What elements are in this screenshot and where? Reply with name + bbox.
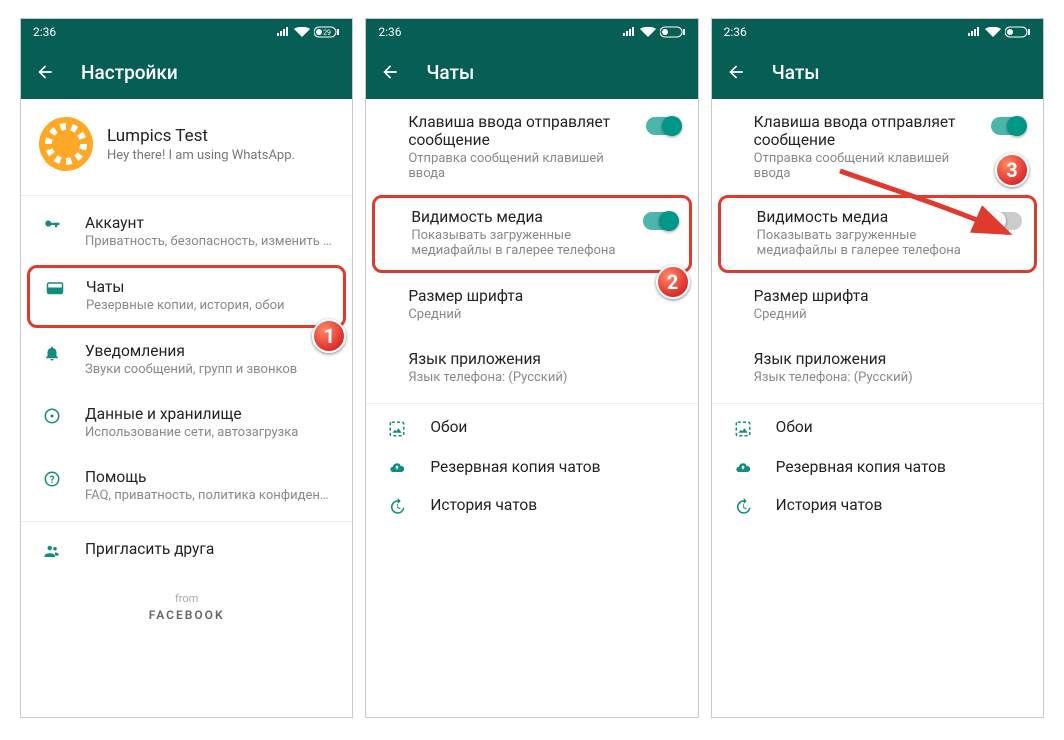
pref-chat-backup[interactable]: Резервная копия чатов: [366, 448, 697, 486]
settings-help[interactable]: ? ПомощьFAQ, приватность, политика конфи…: [21, 454, 352, 517]
cloud-up-icon: [732, 460, 754, 476]
svg-text:?: ?: [50, 475, 55, 486]
history-icon: [386, 498, 408, 516]
bell-icon: [41, 344, 63, 362]
pref-chat-history[interactable]: История чатов: [366, 486, 697, 526]
pref-font-size[interactable]: Размер шрифтаСредний: [366, 273, 697, 336]
settings-notifications[interactable]: УведомленияЗвуки сообщений, групп и звон…: [21, 328, 352, 391]
toggle-media-visibility-off[interactable]: [988, 212, 1022, 230]
pref-media-visibility-highlight[interactable]: Видимость медиаПоказывать загруженные ме…: [718, 195, 1037, 273]
toggle-enter-send[interactable]: [991, 117, 1025, 135]
battery-icon: 29: [314, 26, 340, 38]
data-icon: [41, 407, 63, 425]
pref-enter-send[interactable]: Клавиша ввода отправляет сообщениеОтправ…: [712, 99, 1043, 195]
wallpaper-icon: [386, 420, 408, 438]
key-icon: [41, 216, 63, 234]
status-bar: 2:36: [712, 19, 1043, 45]
pref-font-size[interactable]: Размер шрифтаСредний: [712, 273, 1043, 336]
page-title: Настройки: [81, 61, 178, 84]
status-time: 2:36: [33, 25, 56, 39]
step-badge-3: 3: [995, 153, 1029, 187]
pref-wallpaper[interactable]: Обои: [712, 408, 1043, 448]
phone-screen-chats-on: 2:36 Чаты Клавиша ввода отправляет сообщ…: [365, 18, 698, 718]
pref-media-visibility-highlight[interactable]: Видимость медиаПоказывать загруженные ме…: [372, 195, 691, 273]
status-bar: 2:36: [366, 19, 697, 45]
phone-screen-settings: 2:36 29 Настройки Lumpics Test Hey there…: [20, 18, 353, 718]
back-icon[interactable]: [726, 62, 746, 82]
history-icon: [732, 498, 754, 516]
toggle-media-visibility-on[interactable]: [643, 212, 677, 230]
settings-account[interactable]: АккаунтПриватность, безопасность, измени…: [21, 200, 352, 263]
avatar: [39, 117, 93, 171]
profile-name: Lumpics Test: [107, 126, 295, 146]
chat-icon: [44, 280, 66, 298]
pref-enter-send[interactable]: Клавиша ввода отправляет сообщениеОтправ…: [366, 99, 697, 195]
pref-wallpaper[interactable]: Обои: [366, 408, 697, 448]
cloud-up-icon: [386, 460, 408, 476]
back-icon[interactable]: [35, 62, 55, 82]
toggle-enter-send[interactable]: [646, 117, 680, 135]
pref-chat-history[interactable]: История чатов: [712, 486, 1043, 526]
step-badge-2: 2: [656, 265, 690, 299]
pref-app-language[interactable]: Язык приложенияЯзык телефона: (Русский): [366, 336, 697, 399]
back-icon[interactable]: [380, 62, 400, 82]
profile-row[interactable]: Lumpics Test Hey there! I am using Whats…: [21, 99, 352, 191]
page-title: Чаты: [772, 61, 820, 84]
page-title: Чаты: [426, 61, 474, 84]
people-icon: [41, 542, 63, 560]
phone-screen-chats-off: 2:36 Чаты Клавиша ввода отправляет сообщ…: [711, 18, 1044, 718]
profile-status: Hey there! I am using WhatsApp.: [107, 148, 295, 163]
settings-invite[interactable]: Пригласить друга: [21, 526, 352, 574]
svg-text:29: 29: [323, 29, 331, 37]
status-right: 29: [276, 26, 340, 38]
pref-app-language[interactable]: Язык приложенияЯзык телефона: (Русский): [712, 336, 1043, 399]
status-bar: 2:36 29: [21, 19, 352, 45]
wallpaper-icon: [732, 420, 754, 438]
settings-chats-highlight[interactable]: ЧатыРезервные копии, история, обои: [27, 265, 346, 328]
settings-data[interactable]: Данные и хранилищеИспользование сети, ав…: [21, 391, 352, 454]
app-bar: Настройки: [21, 45, 352, 99]
help-icon: ?: [41, 470, 63, 488]
footer: from FACEBOOK: [21, 592, 352, 622]
pref-chat-backup[interactable]: Резервная копия чатов: [712, 448, 1043, 486]
